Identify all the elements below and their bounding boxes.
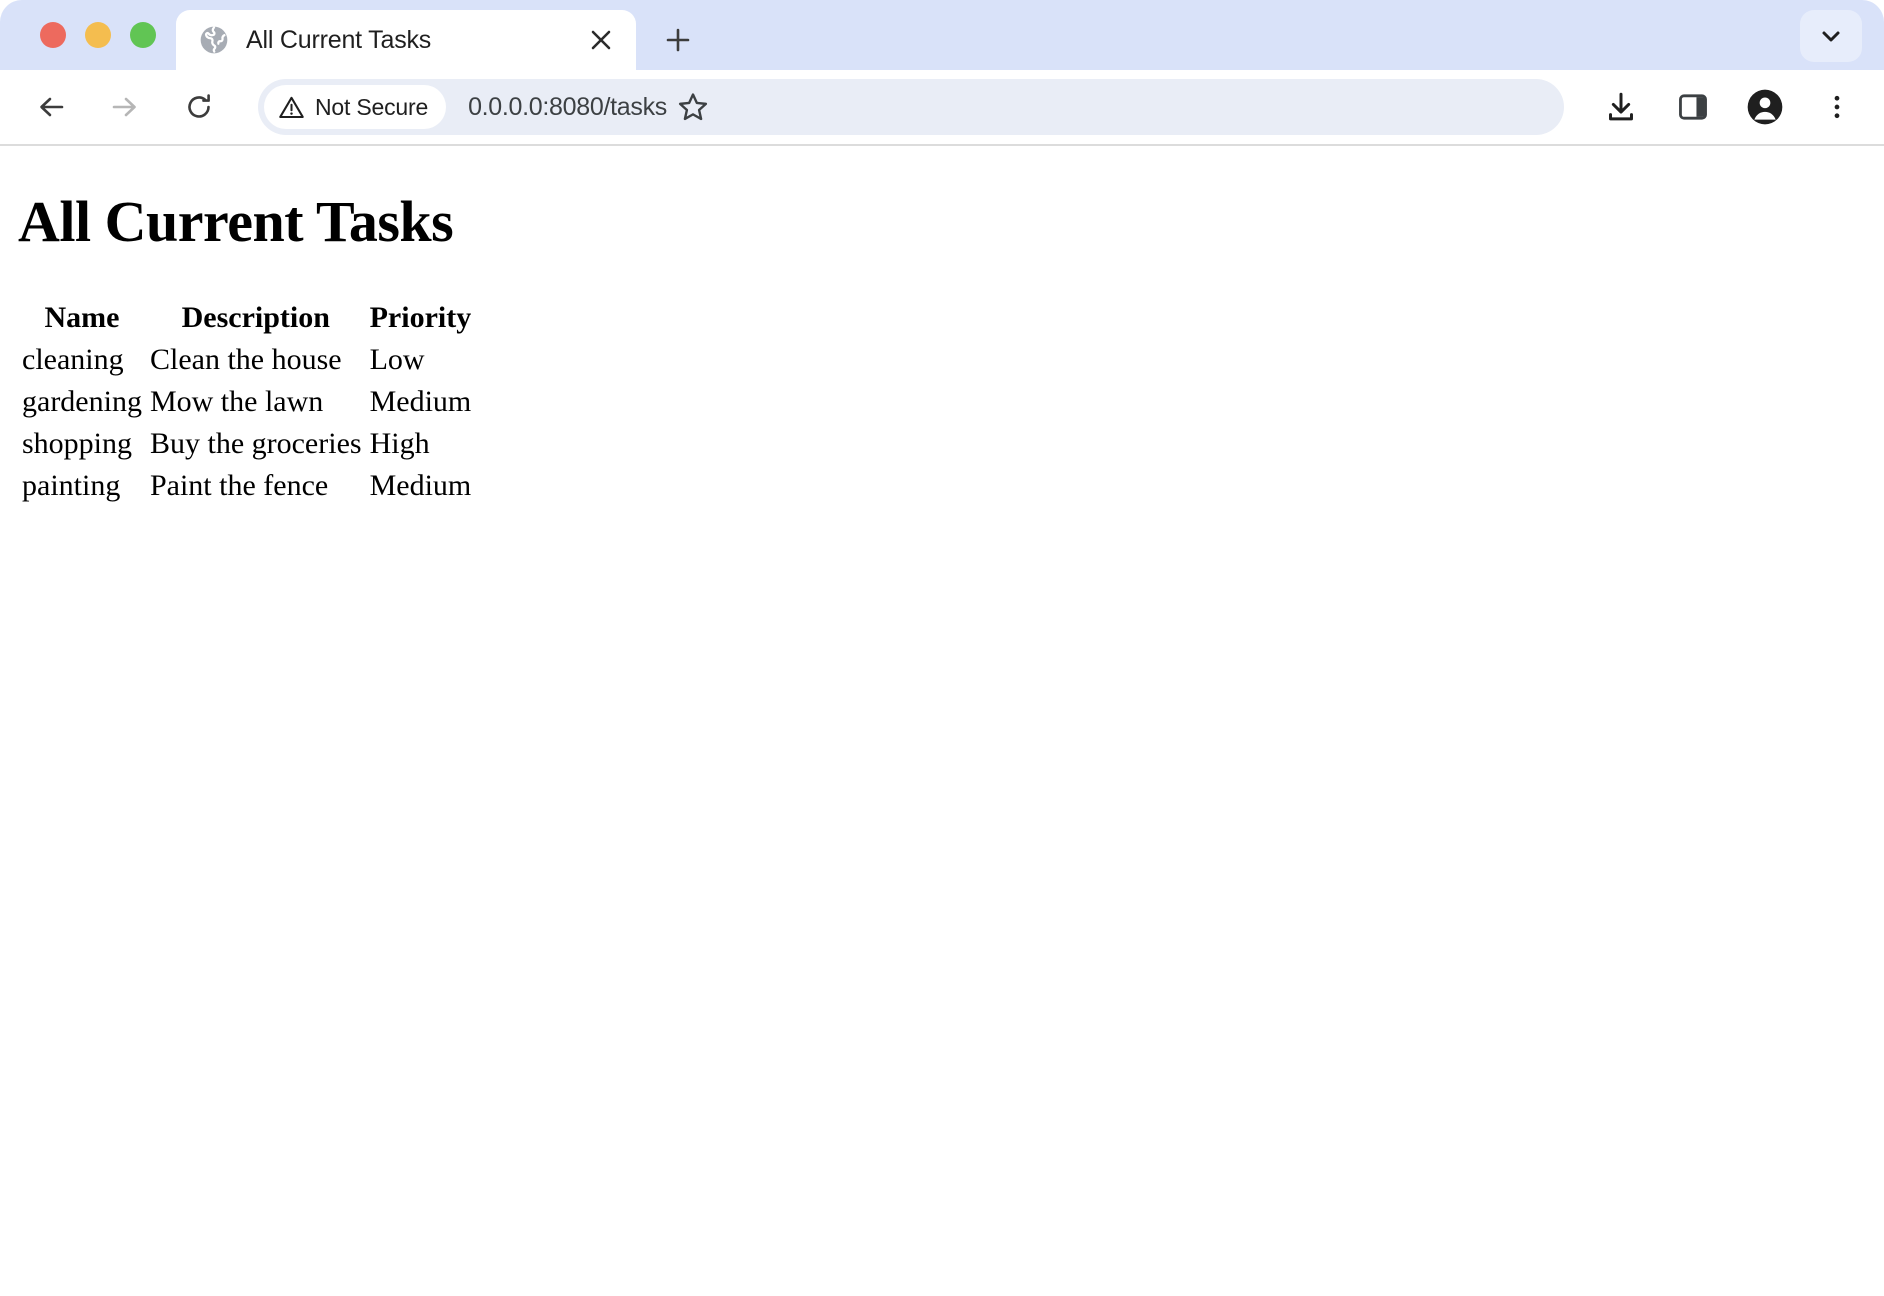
account-avatar-icon <box>1745 87 1785 127</box>
table-row: gardening Mow the lawn Medium <box>18 381 475 423</box>
forward-arrow-icon <box>109 91 141 123</box>
address-bar[interactable]: Not Secure 0.0.0.0:8080/tasks <box>258 79 1564 135</box>
downloads-button[interactable] <box>1592 78 1650 136</box>
page-content: All Current Tasks Name Description Prior… <box>0 188 1884 1296</box>
cell-priority: Medium <box>366 465 476 507</box>
browser-tab-all-current-tasks[interactable]: All Current Tasks <box>176 10 636 70</box>
globe-icon <box>198 24 230 56</box>
browser-menu-button[interactable] <box>1808 78 1866 136</box>
window-minimize-button[interactable] <box>85 22 111 48</box>
cell-description: Clean the house <box>146 339 366 381</box>
tab-title: All Current Tasks <box>246 26 568 55</box>
cell-description: Mow the lawn <box>146 381 366 423</box>
reload-button[interactable] <box>171 79 227 135</box>
url-text[interactable]: 0.0.0.0:8080/tasks <box>468 93 667 122</box>
three-dot-menu-icon <box>1822 92 1852 122</box>
warning-triangle-icon <box>278 94 305 121</box>
download-icon <box>1604 90 1638 124</box>
window-controls <box>0 0 176 70</box>
plus-icon <box>664 26 692 54</box>
back-button[interactable] <box>23 79 79 135</box>
column-header-priority: Priority <box>366 301 476 339</box>
column-header-name: Name <box>18 301 146 339</box>
table-row: painting Paint the fence Medium <box>18 465 475 507</box>
browser-window: All Current Tasks <box>0 0 1884 1296</box>
cell-priority: Medium <box>366 381 476 423</box>
tab-strip: All Current Tasks <box>0 0 1884 70</box>
cell-name: painting <box>18 465 146 507</box>
cell-priority: Low <box>366 339 476 381</box>
tab-close-button[interactable] <box>584 23 618 57</box>
bookmark-button[interactable] <box>667 81 719 133</box>
cell-name: cleaning <box>18 339 146 381</box>
side-panel-button[interactable] <box>1664 78 1722 136</box>
column-header-description: Description <box>146 301 366 339</box>
cell-name: gardening <box>18 381 146 423</box>
window-close-button[interactable] <box>40 22 66 48</box>
chevron-down-icon <box>1818 23 1844 49</box>
forward-button[interactable] <box>97 79 153 135</box>
tasks-table-body: cleaning Clean the house Low gardening M… <box>18 339 475 507</box>
page-title: All Current Tasks <box>18 188 1884 255</box>
star-icon <box>676 90 710 124</box>
close-icon <box>590 29 612 51</box>
back-arrow-icon <box>35 91 67 123</box>
browser-toolbar: Not Secure 0.0.0.0:8080/tasks <box>0 70 1884 146</box>
new-tab-button[interactable] <box>650 12 706 68</box>
side-panel-icon <box>1677 91 1709 123</box>
table-row: shopping Buy the groceries High <box>18 423 475 465</box>
table-row: cleaning Clean the house Low <box>18 339 475 381</box>
security-status-text: Not Secure <box>315 94 428 121</box>
cell-priority: High <box>366 423 476 465</box>
cell-name: shopping <box>18 423 146 465</box>
cell-description: Paint the fence <box>146 465 366 507</box>
table-header-row: Name Description Priority <box>18 301 475 339</box>
profile-button[interactable] <box>1736 78 1794 136</box>
reload-icon <box>183 91 215 123</box>
tab-search-button[interactable] <box>1800 10 1862 62</box>
site-security-chip[interactable]: Not Secure <box>264 85 446 129</box>
cell-description: Buy the groceries <box>146 423 366 465</box>
tasks-table: Name Description Priority cleaning Clean… <box>18 301 475 507</box>
tasks-table-head: Name Description Priority <box>18 301 475 339</box>
window-maximize-button[interactable] <box>130 22 156 48</box>
